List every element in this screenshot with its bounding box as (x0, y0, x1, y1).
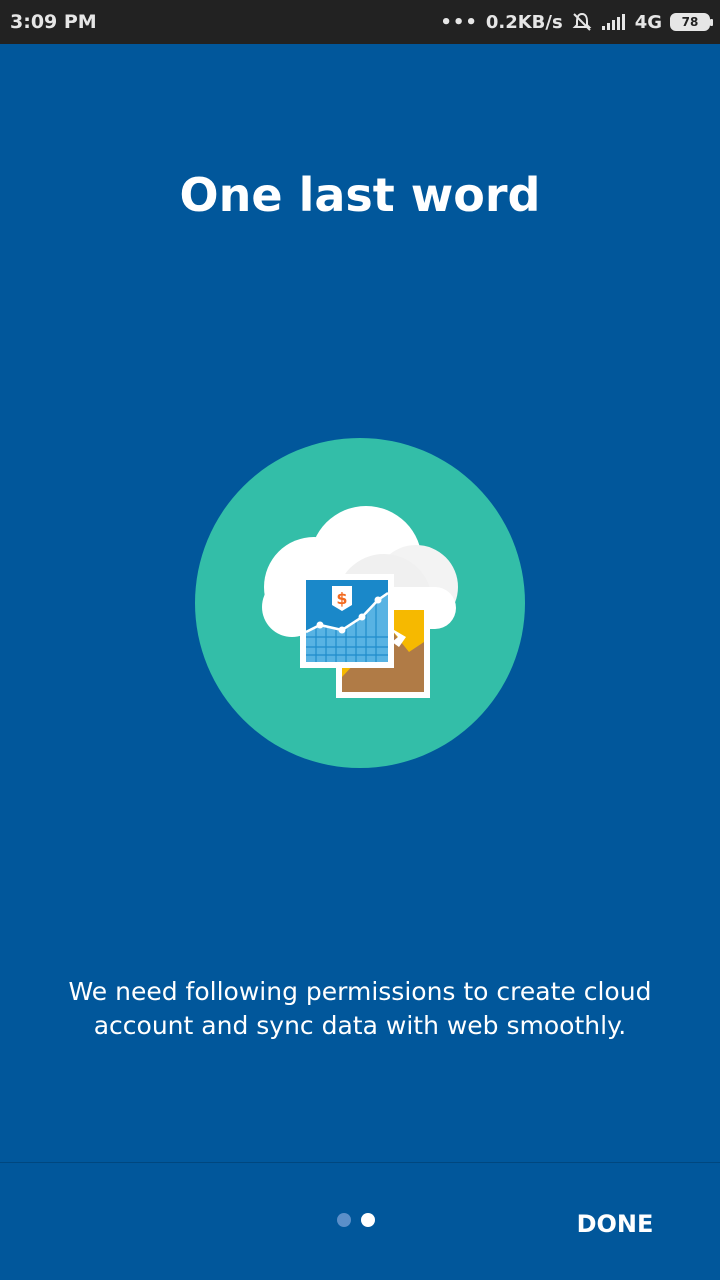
notifications-muted-icon (572, 12, 592, 31)
page-dot-2[interactable] (361, 1213, 375, 1227)
chart-card: $ (300, 574, 394, 668)
page-indicator (337, 1213, 375, 1227)
done-button[interactable]: DONE (560, 1202, 670, 1246)
cloud-sync-icon: $ (195, 438, 525, 768)
network-type: 4G (634, 11, 662, 33)
page-title: One last word (179, 168, 541, 222)
status-icons: ••• 0.2KB/s 4G 78 (440, 11, 713, 33)
status-time: 3:09 PM (10, 11, 97, 33)
status-bar: 3:09 PM ••• 0.2KB/s 4G 78 (0, 0, 720, 44)
battery-level: 78 (681, 15, 699, 29)
network-speed: 0.2KB/s (485, 11, 563, 33)
signal-icon (601, 14, 625, 30)
dollar-icon: $ (336, 589, 347, 608)
page-dot-1[interactable] (337, 1213, 351, 1227)
permissions-description: We need following permissions to create … (68, 977, 652, 1040)
battery-icon: 78 (670, 13, 713, 31)
more-notifications-icon: ••• (440, 11, 478, 33)
bottom-divider (0, 1162, 720, 1163)
